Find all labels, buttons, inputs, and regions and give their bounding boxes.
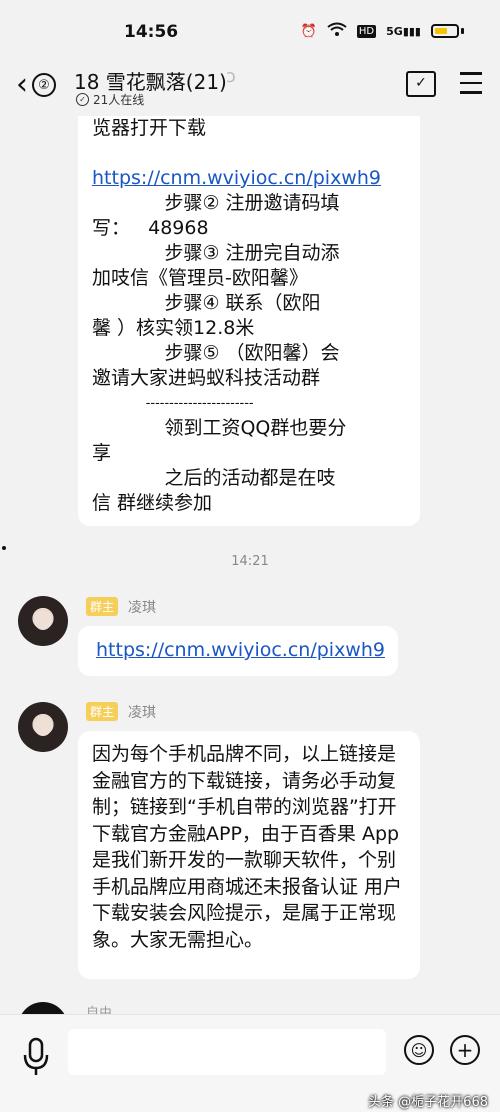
alarm-icon: ⏰ [300,23,317,39]
status-time: 14:56 [124,22,179,42]
message-line: 享 [92,442,112,464]
message-line: 写： 48968 [92,217,209,239]
message-line: 领到工资QQ群也要分 [92,417,347,439]
hd-icon: HD [356,24,377,38]
emoji-button[interactable]: ☺ [404,1035,434,1065]
message-link[interactable]: https://cnm.wviyioc.cn/pixwh9 [96,639,385,661]
message-line: 邀请大家进蚂蚁科技活动群 [92,367,321,389]
emoji-icon: ☺ [410,1040,428,1060]
watermark: 头条 @栀子花开668 [368,1095,488,1110]
role-badge: 群主 [86,702,119,721]
avatar[interactable] [18,702,68,752]
network-label: 5G [386,24,403,38]
message-line: 步骤⑤ （欧阳馨）会 [92,342,340,364]
message-bubble-link[interactable]: https://cnm.wviyioc.cn/pixwh9 [78,626,398,676]
message-bubble-steps[interactable]: 览器打开下载 https://cnm.wviyioc.cn/pixwh9 步骤②… [78,116,420,526]
chat-header: ‹ ② 18 雪花飘落(21) ↄ ✓ 21人在线 ✓ [0,60,500,116]
calendar-check-icon: ✓ [415,75,427,91]
input-bar: ☺ + 头条 @栀子花开668 [0,1014,500,1112]
ear-icon: ↄ [226,66,236,87]
message-timestamp: 14:21 [231,554,269,569]
message-line: 馨 ）核实领12.8米 [92,317,255,339]
hamburger-icon-bar [460,72,482,75]
status-bar: 14:56 ⏰ HD 5G▮▮▮ [0,0,500,60]
battery-tip [461,28,464,34]
unread-badge: ② [32,73,56,97]
online-label: 21人在线 [93,93,145,107]
back-button[interactable]: ‹ ② [16,70,56,100]
wifi-icon [327,22,347,40]
message-input[interactable] [68,1029,386,1075]
chevron-left-icon: ‹ [16,67,28,102]
microphone-icon[interactable] [22,1037,50,1077]
avatar[interactable] [18,596,68,646]
sender-name: 凌琪 [128,705,156,721]
message-divider: ----------------------- [92,396,254,411]
dot-mark [2,546,6,550]
message-line: 步骤④ 联系（欧阳 [92,292,321,314]
message-link[interactable]: https://cnm.wviyioc.cn/pixwh9 [92,166,406,191]
message-bubble-text[interactable]: 因为每个手机品牌不同，以上链接是金融官方的下载链接，请务必手动复制；链接到“手机… [78,731,420,979]
battery-icon [431,24,459,38]
message-line: 步骤③ 注册完自动添 [92,242,340,264]
hamburger-icon-bar [460,81,482,84]
message-line: 之后的活动都是在吱 [92,467,336,489]
calendar-check-button[interactable]: ✓ [406,71,436,97]
plus-icon: + [456,1038,474,1062]
message-line [92,141,406,166]
hamburger-icon-bar [460,91,482,94]
message-text: 因为每个手机品牌不同，以上链接是金融官方的下载链接，请务必手动复制；链接到“手机… [92,743,403,951]
message-line: 加吱信《管理员-欧阳馨》 [92,267,308,289]
5g-signal-icon: 5G▮▮▮ [386,24,421,38]
online-count[interactable]: ✓ 21人在线 [76,91,144,108]
sender-name: 凌琪 [128,600,156,616]
message-line: 信 群继续参加 [92,492,213,514]
role-badge: 群主 [86,597,119,616]
menu-button[interactable] [460,72,482,101]
message-line: 步骤② 注册邀请码填 [92,192,340,214]
check-circle-icon: ✓ [76,93,89,106]
plus-button[interactable]: + [450,1035,480,1065]
message-line: 览器打开下载 [92,117,207,139]
status-icons: ⏰ HD 5G▮▮▮ [301,22,464,40]
